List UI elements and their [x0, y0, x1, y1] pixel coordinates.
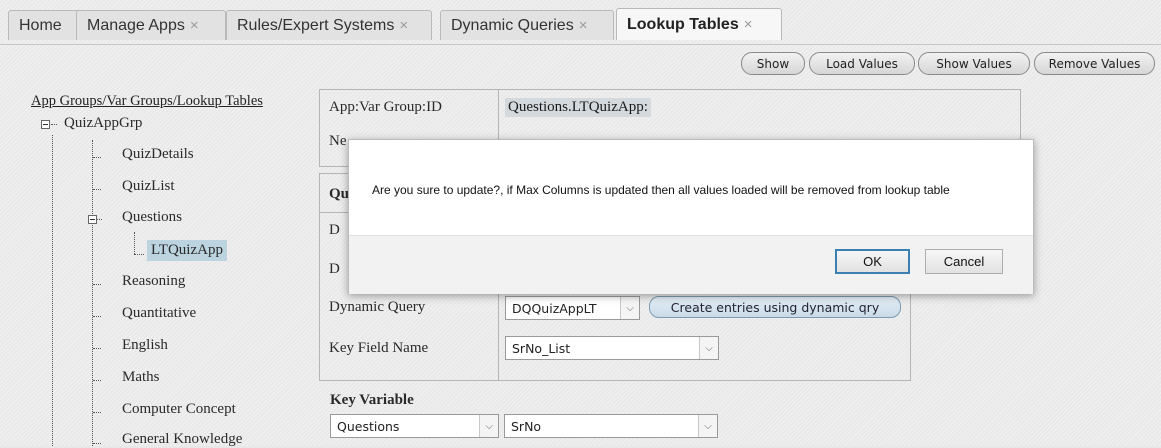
tree-connector [134, 232, 135, 254]
chevron-down-icon[interactable]: ⌵ [620, 297, 639, 319]
tree-connector [93, 157, 101, 158]
tab-label: Home [19, 16, 62, 34]
key-variable-group-value: Questions [337, 418, 400, 434]
tree-node-maths[interactable]: Maths [122, 369, 160, 386]
close-icon[interactable]: × [190, 17, 199, 34]
tree-node-ltquizapp[interactable]: LTQuizApp [147, 240, 227, 261]
tab-manage-apps[interactable]: Manage Apps × [76, 10, 226, 40]
tree-node-general-knowledge[interactable]: General Knowledge [122, 431, 242, 448]
confirm-message: Are you sure to update?, if Max Columns … [372, 183, 950, 197]
confirm-dialog: Are you sure to update?, if Max Columns … [348, 139, 1034, 294]
tab-label: Lookup Tables [627, 15, 739, 33]
tree-node-quizappgrp[interactable]: QuizAppGrp [64, 115, 142, 132]
tree-connector [92, 140, 93, 446]
dynamic-query-label: Dynamic Query [329, 299, 426, 315]
minus-box-icon[interactable] [41, 120, 50, 129]
row-label: D [329, 222, 340, 238]
row-label: D [329, 261, 340, 277]
tree-node-quizdetails[interactable]: QuizDetails [122, 146, 194, 163]
tree-connector [97, 219, 102, 220]
tree-connector [52, 135, 53, 446]
tree-connector [93, 443, 101, 444]
tab-bar: Home Manage Apps × Rules/Expert Systems … [0, 0, 1161, 45]
section-heading: Qu [329, 186, 350, 202]
chevron-down-icon[interactable]: ⌵ [698, 415, 717, 437]
new-label: Ne [329, 133, 347, 149]
tree-connector [51, 124, 57, 125]
tree-connector [93, 316, 101, 317]
key-variable-group-select[interactable]: Questions ⌵ [330, 414, 499, 438]
show-values-button[interactable]: Show Values [918, 52, 1030, 75]
app-var-group-value: Questions.LTQuizApp: [505, 98, 651, 117]
tab-home[interactable]: Home [8, 10, 80, 40]
key-variable-name-value: SrNo [511, 418, 542, 434]
app-var-group-label: App:Var Group:ID [329, 99, 442, 115]
tab-dynamic-queries[interactable]: Dynamic Queries × [440, 10, 614, 40]
create-entries-button[interactable]: Create entries using dynamic qry [649, 296, 901, 318]
key-field-name-label: Key Field Name [329, 340, 429, 356]
close-icon[interactable]: × [579, 17, 588, 34]
tab-label: Manage Apps [87, 16, 185, 34]
tree-node-quizlist[interactable]: QuizList [122, 178, 175, 195]
tree-connector [93, 348, 101, 349]
tree-node-quantitative[interactable]: Quantitative [122, 305, 196, 322]
tab-label: Dynamic Queries [451, 16, 574, 34]
tree-node-reasoning[interactable]: Reasoning [122, 273, 185, 290]
tree-connector [93, 284, 101, 285]
tab-rules-expert-systems[interactable]: Rules/Expert Systems × [226, 10, 432, 40]
key-field-value: SrNo_List [512, 340, 571, 356]
dynamic-query-value: DQQuizAppLT [512, 300, 597, 316]
show-button[interactable]: Show [741, 52, 805, 75]
tree-node-questions[interactable]: Questions [122, 209, 182, 226]
close-icon[interactable]: × [399, 17, 408, 34]
key-variable-heading: Key Variable [330, 392, 414, 408]
tree-node-computer-concept[interactable]: Computer Concept [122, 401, 236, 418]
key-variable-name-select[interactable]: SrNo ⌵ [504, 414, 718, 438]
tree-title-link[interactable]: App Groups/Var Groups/Lookup Tables [31, 93, 263, 110]
tree-node-english[interactable]: English [122, 337, 168, 354]
remove-values-button[interactable]: Remove Values [1034, 52, 1155, 75]
chevron-down-icon[interactable]: ⌵ [479, 415, 498, 437]
load-values-button[interactable]: Load Values [809, 52, 915, 75]
ok-button[interactable]: OK [835, 249, 910, 274]
dynamic-query-select[interactable]: DQQuizAppLT ⌵ [505, 296, 640, 320]
cancel-button[interactable]: Cancel [925, 249, 1003, 274]
tree-connector [93, 189, 101, 190]
close-icon[interactable]: × [744, 16, 753, 33]
tree-connector [93, 380, 101, 381]
minus-box-icon[interactable] [88, 215, 97, 224]
key-field-select[interactable]: SrNo_List ⌵ [505, 336, 719, 360]
tree-connector [134, 254, 144, 255]
chevron-down-icon[interactable]: ⌵ [699, 337, 718, 359]
tab-lookup-tables[interactable]: Lookup Tables × [616, 8, 782, 40]
tree-connector [93, 412, 101, 413]
tab-label: Rules/Expert Systems [237, 16, 395, 34]
